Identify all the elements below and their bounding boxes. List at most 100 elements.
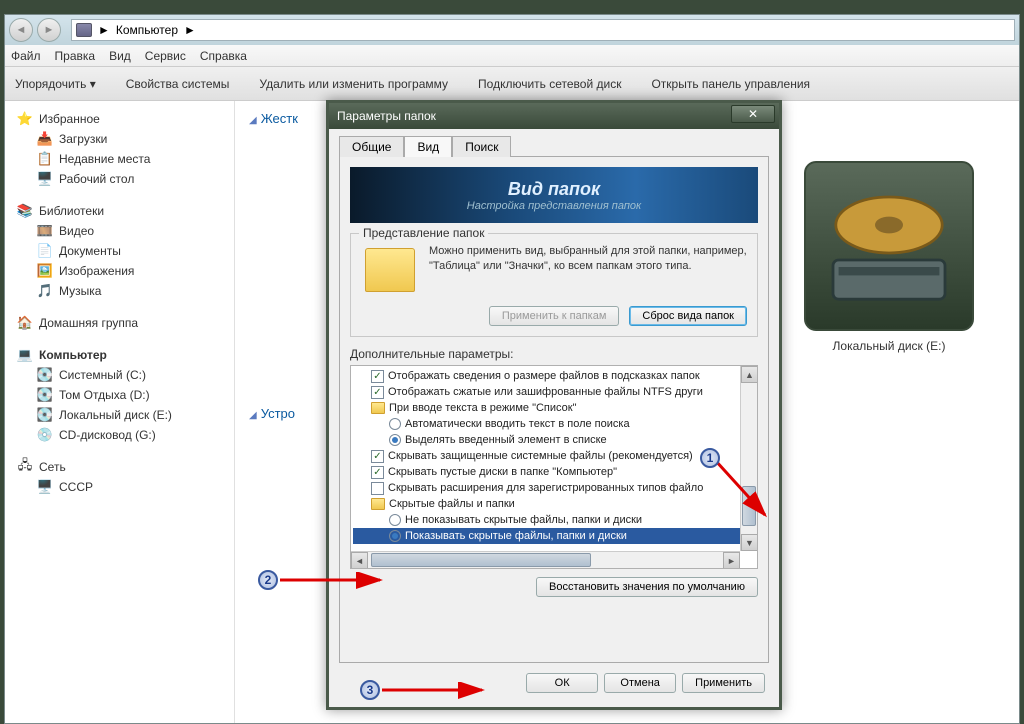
callout-3: 3: [360, 680, 380, 700]
pc-icon: 🖥️: [37, 479, 53, 495]
checkbox-icon: [371, 482, 384, 495]
toolbar-organize[interactable]: Упорядочить ▾: [15, 77, 96, 91]
sidebar-favorites[interactable]: ⭐Избранное: [9, 109, 230, 129]
tree-item-label: Автоматически вводить текст в поле поиск…: [405, 418, 630, 430]
ok-button[interactable]: ОК: [526, 673, 598, 693]
dialog-titlebar[interactable]: Параметры папок ✕: [329, 103, 779, 129]
scroll-right-button[interactable]: ►: [723, 552, 740, 569]
tree-checkbox-row[interactable]: Скрывать защищенные системные файлы (рек…: [353, 448, 755, 464]
sidebar-item-drive-d[interactable]: 💽Том Отдыха (D:): [9, 385, 230, 405]
sidebar-item-drive-e[interactable]: 💽Локальный диск (E:): [9, 405, 230, 425]
sidebar-item-downloads[interactable]: 📥Загрузки: [9, 129, 230, 149]
address-sep2: ►: [184, 23, 196, 37]
nav-forward-button[interactable]: ►: [37, 18, 61, 42]
tree-item-label: Не показывать скрытые файлы, папки и дис…: [405, 514, 642, 526]
desktop-icon: 🖥️: [37, 171, 53, 187]
cancel-button[interactable]: Отмена: [604, 673, 676, 693]
sidebar-network[interactable]: 🖧Сеть: [9, 457, 230, 477]
video-icon: 🎞️: [37, 223, 53, 239]
address-bar[interactable]: ► Компьютер ►: [71, 19, 1015, 41]
tree-folder-row[interactable]: При вводе текста в режиме "Список": [353, 400, 755, 416]
sidebar-computer[interactable]: 💻Компьютер: [9, 345, 230, 365]
hdd-icon: [804, 161, 974, 331]
horizontal-thumb[interactable]: [371, 553, 591, 567]
star-icon: ⭐: [17, 111, 33, 127]
toolbar-ctrlpanel[interactable]: Открыть панель управления: [651, 77, 810, 91]
advanced-tree[interactable]: Отображать сведения о размере файлов в п…: [350, 365, 758, 569]
sidebar-item-documents[interactable]: 📄Документы: [9, 241, 230, 261]
folder-icon: [371, 402, 385, 414]
tree-radio-row[interactable]: Показывать скрытые файлы, папки и диски: [353, 528, 755, 544]
tree-folder-row[interactable]: Скрытые файлы и папки: [353, 496, 755, 512]
cd-icon: 💿: [37, 427, 53, 443]
recent-icon: 📋: [37, 151, 53, 167]
tree-radio-row[interactable]: Автоматически вводить текст в поле поиск…: [353, 416, 755, 432]
reset-folders-button[interactable]: Сброс вида папок: [629, 306, 747, 326]
sidebar: ⭐Избранное 📥Загрузки 📋Недавние места 🖥️Р…: [5, 101, 235, 723]
sidebar-libraries[interactable]: 📚Библиотеки: [9, 201, 230, 221]
arrow-annotation-1: [710, 455, 780, 530]
drive-icon: 💽: [37, 367, 53, 383]
scroll-up-button[interactable]: ▲: [741, 366, 758, 383]
dialog-tabs: Общие Вид Поиск: [339, 135, 769, 156]
toolbar-uninstall[interactable]: Удалить или изменить программу: [259, 77, 448, 91]
computer-icon: [76, 23, 92, 37]
sidebar-item-network-pc[interactable]: 🖥️СССР: [9, 477, 230, 497]
sidebar-item-pictures[interactable]: 🖼️Изображения: [9, 261, 230, 281]
dialog-title: Параметры папок: [337, 109, 436, 123]
document-icon: 📄: [37, 243, 53, 259]
address-sep1: ►: [98, 23, 110, 37]
menu-help[interactable]: Справка: [200, 49, 247, 63]
folder-icon: [371, 498, 385, 510]
scroll-down-button[interactable]: ▼: [741, 534, 758, 551]
sidebar-item-desktop[interactable]: 🖥️Рабочий стол: [9, 169, 230, 189]
sidebar-item-drive-g[interactable]: 💿CD-дисковод (G:): [9, 425, 230, 445]
drive-icon: 💽: [37, 387, 53, 403]
toolbar-sysprops[interactable]: Свойства системы: [126, 77, 230, 91]
horizontal-scrollbar[interactable]: ◄ ►: [351, 551, 740, 568]
sidebar-item-video[interactable]: 🎞️Видео: [9, 221, 230, 241]
menu-tools[interactable]: Сервис: [145, 49, 186, 63]
tab-search[interactable]: Поиск: [452, 136, 511, 157]
group-title: Представление папок: [359, 226, 488, 240]
scroll-left-button[interactable]: ◄: [351, 552, 368, 569]
sidebar-item-drive-c[interactable]: 💽Системный (C:): [9, 365, 230, 385]
tree-radio-row[interactable]: Не показывать скрытые файлы, папки и дис…: [353, 512, 755, 528]
tree-checkbox-row[interactable]: Отображать сведения о размере файлов в п…: [353, 368, 755, 384]
menubar: Файл Правка Вид Сервис Справка: [5, 45, 1019, 67]
nav-back-button[interactable]: ◄: [9, 18, 33, 42]
tab-general[interactable]: Общие: [339, 136, 404, 157]
download-icon: 📥: [37, 131, 53, 147]
address-location[interactable]: Компьютер: [116, 23, 178, 37]
dialog-close-button[interactable]: ✕: [731, 105, 775, 123]
tab-view[interactable]: Вид: [404, 136, 452, 157]
chevron-down-icon: ◢: [249, 115, 257, 126]
homegroup-icon: 🏠: [17, 315, 33, 331]
callout-1: 1: [700, 448, 720, 468]
menu-file[interactable]: Файл: [11, 49, 41, 63]
tree-item-label: Скрывать расширения для зарегистрированн…: [388, 482, 703, 494]
drive-item-e[interactable]: Локальный диск (E:): [799, 161, 979, 353]
sidebar-item-music[interactable]: 🎵Музыка: [9, 281, 230, 301]
tree-radio-row[interactable]: Выделять введенный элемент в списке: [353, 432, 755, 448]
menu-view[interactable]: Вид: [109, 49, 131, 63]
apply-button[interactable]: Применить: [682, 673, 765, 693]
tree-checkbox-row[interactable]: Скрывать пустые диски в папке "Компьютер…: [353, 464, 755, 480]
radio-icon: [389, 434, 401, 446]
restore-defaults-button[interactable]: Восстановить значения по умолчанию: [536, 577, 758, 597]
sidebar-homegroup[interactable]: 🏠Домашняя группа: [9, 313, 230, 333]
radio-icon: [389, 530, 401, 542]
tree-item-label: Отображать сжатые или зашифрованные файл…: [388, 386, 703, 398]
menu-edit[interactable]: Правка: [55, 49, 96, 63]
radio-icon: [389, 418, 401, 430]
sidebar-item-recent[interactable]: 📋Недавние места: [9, 149, 230, 169]
tree-item-label: Скрытые файлы и папки: [389, 498, 515, 510]
toolbar-netdrive[interactable]: Подключить сетевой диск: [478, 77, 621, 91]
apply-to-folders-button[interactable]: Применить к папкам: [489, 306, 620, 326]
libraries-icon: 📚: [17, 203, 33, 219]
tree-item-label: Выделять введенный элемент в списке: [405, 434, 607, 446]
tree-item-label: Скрывать пустые диски в папке "Компьютер…: [388, 466, 617, 478]
tree-checkbox-row[interactable]: Скрывать расширения для зарегистрированн…: [353, 480, 755, 496]
network-icon: 🖧: [17, 459, 33, 475]
tree-checkbox-row[interactable]: Отображать сжатые или зашифрованные файл…: [353, 384, 755, 400]
